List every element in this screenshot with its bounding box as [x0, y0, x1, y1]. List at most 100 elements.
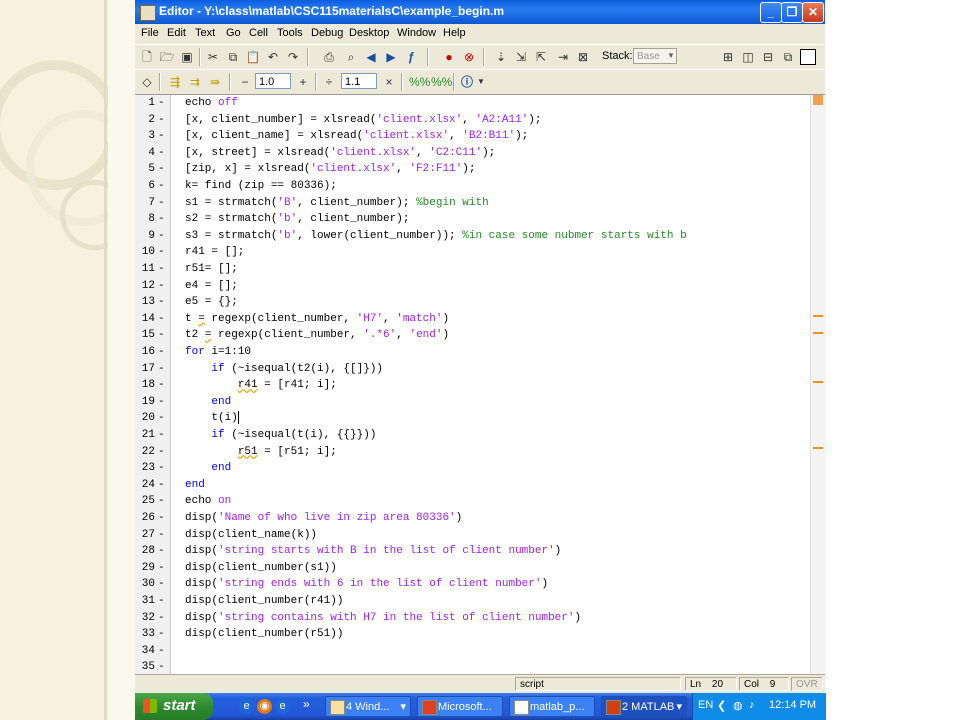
code-line[interactable]: echo off: [185, 95, 238, 111]
code-line[interactable]: [zip, x] = xlsread('client.xlsx', 'F2:F1…: [185, 161, 475, 177]
firefox-icon[interactable]: ◉: [257, 699, 272, 714]
code-line[interactable]: e4 = [];: [185, 278, 238, 294]
find-binoculars-icon[interactable]: ⌕: [343, 49, 359, 65]
open-folder-icon[interactable]: 🗁: [159, 49, 175, 65]
quick-launch-chevron[interactable]: »: [303, 697, 310, 711]
function-icon[interactable]: ƒ: [403, 49, 419, 65]
taskbar-button-windows[interactable]: 4 Wind... ▾: [325, 696, 411, 717]
code-editor[interactable]: 1- echo off 2- [x, client_number] = xlsread…: [135, 94, 826, 675]
warning-marker[interactable]: [813, 332, 823, 334]
code-line[interactable]: t(i): [185, 410, 239, 426]
undo-icon[interactable]: ↶: [265, 49, 281, 65]
new-file-icon[interactable]: 🗋: [139, 49, 155, 65]
forward-arrow-icon[interactable]: ▶: [383, 49, 399, 65]
menu-debug[interactable]: Debug: [311, 27, 343, 39]
breakpoint-slot[interactable]: -: [158, 95, 166, 111]
breakpoint-slot[interactable]: -: [158, 195, 166, 211]
code-line[interactable]: disp(client_name(k)): [185, 527, 317, 543]
breakpoint-slot[interactable]: -: [158, 278, 166, 294]
code-line[interactable]: if (~isequal(t(i), {{}})): [185, 427, 376, 443]
breakpoint-slot[interactable]: -: [158, 294, 166, 310]
warning-marker[interactable]: [813, 447, 823, 449]
chevron-down-icon[interactable]: ▼: [665, 49, 677, 63]
breakpoint-slot[interactable]: -: [158, 394, 166, 410]
code-line[interactable]: [x, client_number] = xlsread('client.xls…: [185, 112, 541, 128]
menu-help[interactable]: Help: [443, 27, 466, 39]
code-line[interactable]: disp('string starts with B in the list o…: [185, 543, 561, 559]
warning-marker[interactable]: [813, 381, 823, 383]
breakpoint-slot[interactable]: -: [158, 344, 166, 360]
split-horizontal-icon[interactable]: ⊟: [760, 49, 776, 65]
browser-icon[interactable]: e: [275, 699, 290, 714]
continue-icon[interactable]: ⇥: [555, 49, 571, 65]
code-line[interactable]: s1 = strmatch('B', client_number); %begi…: [185, 195, 489, 211]
code-line[interactable]: for i=1:10: [185, 344, 251, 360]
breakpoint-slot[interactable]: -: [158, 460, 166, 476]
breakpoint-slot[interactable]: -: [158, 543, 166, 559]
breakpoint-slot[interactable]: -: [158, 626, 166, 642]
redo-icon[interactable]: ↷: [285, 49, 301, 65]
breakpoint-slot[interactable]: -: [158, 244, 166, 260]
breakpoint-slot[interactable]: -: [158, 610, 166, 626]
divide-button[interactable]: ÷: [321, 74, 337, 90]
breakpoint-slot[interactable]: -: [158, 493, 166, 509]
breakpoint-slot[interactable]: -: [158, 112, 166, 128]
minimize-button[interactable]: _: [760, 2, 782, 23]
tray-arrow-icon[interactable]: ❮: [717, 699, 726, 712]
menu-file[interactable]: File: [141, 27, 159, 39]
internet-explorer-icon[interactable]: e: [239, 699, 254, 714]
clear-breakpoints-icon[interactable]: ⊗: [461, 49, 477, 65]
float-window-icon[interactable]: ⧉: [780, 49, 796, 65]
chevron-down-icon[interactable]: ▼: [473, 74, 489, 90]
code-line[interactable]: disp(client_number(r51)): [185, 626, 343, 642]
maximize-button[interactable]: ❐: [781, 2, 803, 23]
warning-marker[interactable]: [813, 315, 823, 317]
code-line[interactable]: e5 = {};: [185, 294, 238, 310]
breakpoint-slot[interactable]: -: [158, 228, 166, 244]
split-vertical-icon[interactable]: ◫: [740, 49, 756, 65]
menu-text[interactable]: Text: [195, 27, 215, 39]
increment-value-input[interactable]: 1.0: [255, 73, 291, 89]
breakpoint-slot[interactable]: -: [158, 659, 166, 675]
menu-window[interactable]: Window: [397, 27, 436, 39]
breakpoint-slot[interactable]: -: [158, 593, 166, 609]
breakpoint-slot[interactable]: -: [158, 211, 166, 227]
breakpoint-slot[interactable]: -: [158, 128, 166, 144]
breakpoint-slot[interactable]: -: [158, 327, 166, 343]
decrement-button[interactable]: −: [237, 74, 253, 90]
step-out-icon[interactable]: ⇱: [533, 49, 549, 65]
code-line[interactable]: t2 = regexp(client_number, '.*6', 'end'): [185, 327, 449, 343]
taskbar-button-matlab-file[interactable]: matlab_p...: [509, 696, 595, 717]
code-line[interactable]: r51= [];: [185, 261, 238, 277]
breakpoint-slot[interactable]: -: [158, 145, 166, 161]
code-line[interactable]: r41 = [r41; i];: [185, 377, 337, 393]
code-line[interactable]: disp('string contains with H7 in the lis…: [185, 610, 581, 626]
code-line[interactable]: echo on: [185, 493, 231, 509]
language-indicator[interactable]: EN: [698, 699, 713, 711]
code-line[interactable]: r51 = [r51; i];: [185, 444, 337, 460]
maximize-document-icon[interactable]: [800, 49, 816, 65]
cut-icon[interactable]: ✂: [205, 49, 221, 65]
breakpoint-slot[interactable]: -: [158, 261, 166, 277]
code-line[interactable]: t = regexp(client_number, 'H7', 'match'): [185, 311, 449, 327]
save-icon[interactable]: ▣: [179, 49, 195, 65]
code-line[interactable]: end: [185, 477, 205, 493]
menu-cell[interactable]: Cell: [249, 27, 268, 39]
code-line[interactable]: disp('Name of who live in zip area 80336…: [185, 510, 462, 526]
taskbar-button-powerpoint[interactable]: Microsoft...: [417, 696, 503, 717]
paste-icon[interactable]: 📋: [245, 49, 261, 65]
code-line[interactable]: k= find (zip == 80336);: [185, 178, 337, 194]
breakpoint-slot[interactable]: -: [158, 161, 166, 177]
code-line[interactable]: r41 = [];: [185, 244, 244, 260]
remove-cell-divider-icon[interactable]: %%: [431, 74, 452, 90]
code-line[interactable]: [x, street] = xlsread('client.xlsx', 'C2…: [185, 145, 495, 161]
breakpoint-slot[interactable]: -: [158, 427, 166, 443]
exit-debug-icon[interactable]: ⊠: [575, 49, 591, 65]
volume-icon[interactable]: ♪: [749, 699, 755, 711]
close-button[interactable]: ✕: [802, 2, 824, 23]
code-line[interactable]: end: [185, 460, 231, 476]
breakpoint-slot[interactable]: -: [158, 361, 166, 377]
code-line[interactable]: s3 = strmatch('b', lower(client_number))…: [185, 228, 687, 244]
menu-edit[interactable]: Edit: [167, 27, 186, 39]
code-line[interactable]: if (~isequal(t2(i), {[]})): [185, 361, 383, 377]
